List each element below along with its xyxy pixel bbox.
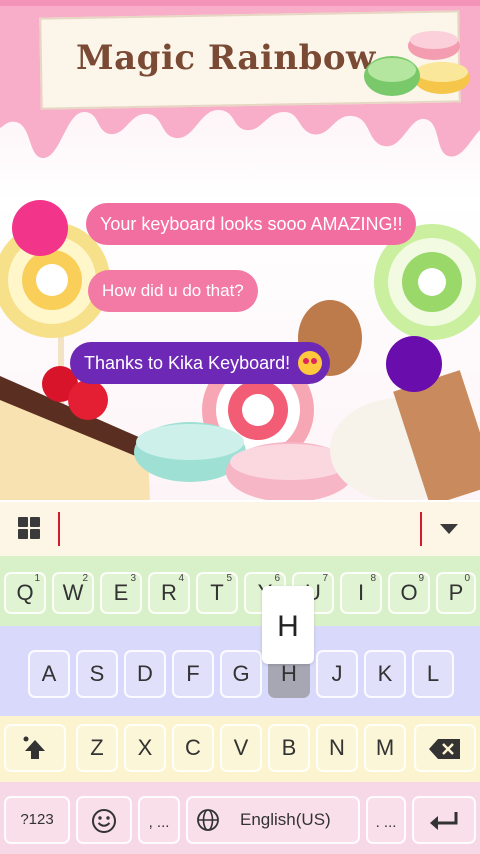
- key-p[interactable]: 0P: [436, 572, 476, 614]
- toolbar-divider-left: [58, 512, 60, 546]
- key-c[interactable]: C: [172, 724, 214, 772]
- key-i[interactable]: 8I: [340, 572, 382, 614]
- space-language-label: English(US): [240, 810, 331, 829]
- chat-bubble-3: Thanks to Kika Keyboard!: [70, 342, 331, 384]
- backspace-icon: [429, 739, 460, 759]
- backspace-key[interactable]: [414, 724, 476, 772]
- key-b[interactable]: B: [268, 724, 310, 772]
- smiley-icon: [92, 809, 116, 833]
- emoji-key[interactable]: [76, 796, 132, 844]
- theme-preview: Magic Rainbow Your keyboard looks sooo A…: [0, 0, 480, 500]
- key-j[interactable]: J: [316, 650, 358, 698]
- key-e[interactable]: 3E: [100, 572, 142, 614]
- menu-grid-icon[interactable]: [18, 517, 40, 539]
- key-o[interactable]: 9O: [388, 572, 430, 614]
- enter-icon: [430, 812, 458, 830]
- chat-bubble-1: Your keyboard looks sooo AMAZING!!: [86, 203, 417, 245]
- key-w[interactable]: 2W: [52, 572, 94, 614]
- key-l[interactable]: L: [412, 650, 454, 698]
- key-f[interactable]: F: [172, 650, 214, 698]
- key-g[interactable]: G: [220, 650, 262, 698]
- globe-icon: [197, 809, 219, 831]
- heart-eyes-emoji-icon: [298, 351, 323, 375]
- key-m[interactable]: M: [364, 724, 406, 772]
- space-key[interactable]: English(US): [186, 796, 360, 844]
- key-x[interactable]: X: [124, 724, 166, 772]
- chat-bubble-3-text: Thanks to Kika Keyboard!: [84, 353, 291, 373]
- key-z[interactable]: Z: [76, 724, 118, 772]
- toolbar-divider-right: [420, 512, 422, 546]
- key-n[interactable]: N: [316, 724, 358, 772]
- comma-key[interactable]: , ...: [138, 796, 180, 844]
- period-key[interactable]: . ...: [366, 796, 406, 844]
- key-a[interactable]: A: [28, 650, 70, 698]
- enter-key[interactable]: [412, 796, 476, 844]
- key-k[interactable]: K: [364, 650, 406, 698]
- theme-title: Magic Rainbow: [76, 38, 376, 78]
- key-q[interactable]: 1Q: [4, 572, 46, 614]
- symbols-key[interactable]: ?123: [4, 796, 70, 844]
- collapse-keyboard-icon[interactable]: [440, 524, 458, 534]
- key-v[interactable]: V: [220, 724, 262, 772]
- reply-avatar: [386, 336, 442, 392]
- chat-bubble-2: How did u do that?: [88, 270, 258, 312]
- keyboard-toolbar: [0, 502, 480, 556]
- shift-key[interactable]: [4, 724, 66, 772]
- shift-icon: [23, 736, 45, 759]
- macaron-stack: [364, 31, 470, 96]
- key-r[interactable]: 4R: [148, 572, 190, 614]
- key-t[interactable]: 5T: [196, 572, 238, 614]
- key-d[interactable]: D: [124, 650, 166, 698]
- sender-avatar: [12, 200, 68, 256]
- key-s[interactable]: S: [76, 650, 118, 698]
- key-preview-popup: H: [262, 586, 314, 664]
